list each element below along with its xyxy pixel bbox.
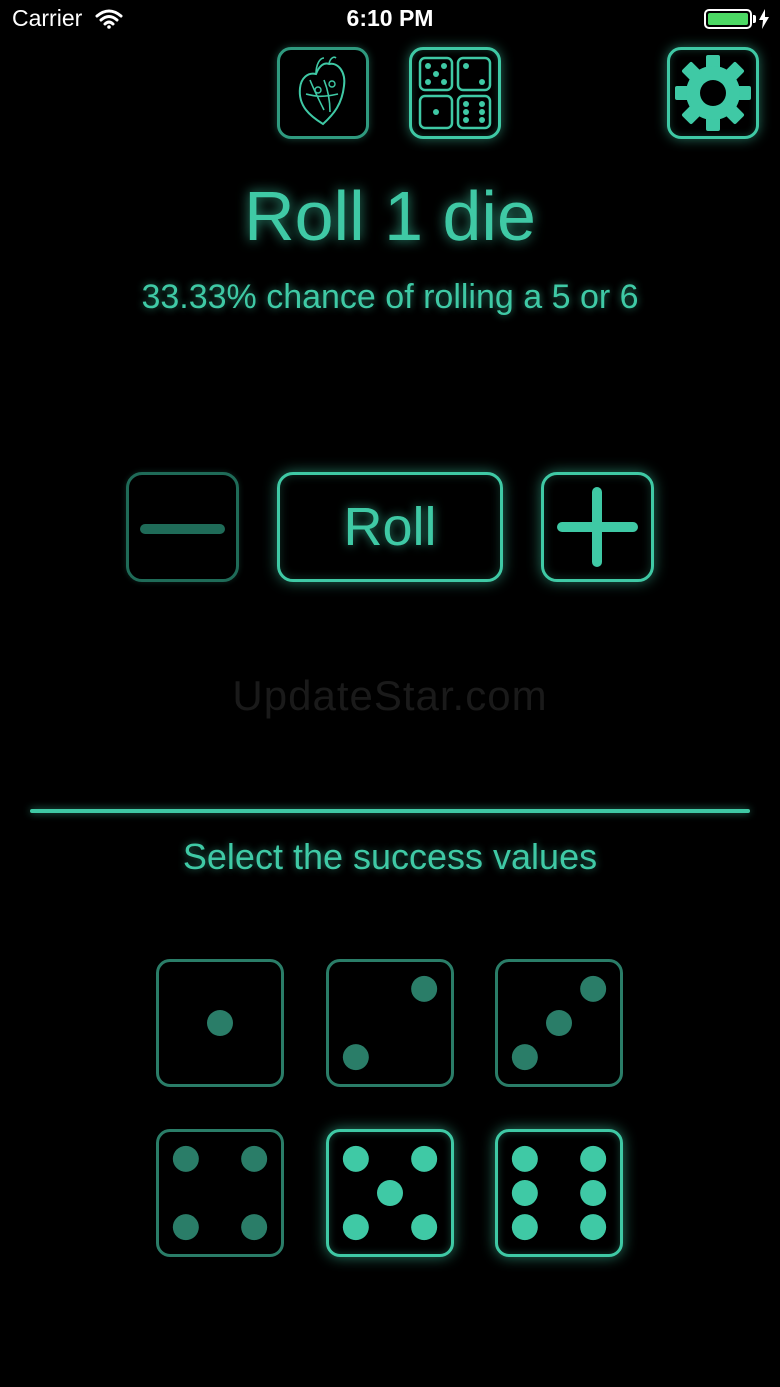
charging-bolt-icon	[759, 9, 769, 29]
success-die-six[interactable]	[495, 1129, 623, 1257]
probability-text: 33.33% chance of rolling a 5 or 6	[141, 278, 639, 316]
plus-icon	[557, 487, 638, 567]
success-values-label: Select the success values	[182, 836, 598, 877]
die-face-four-icon	[172, 1145, 268, 1241]
success-die-four[interactable]	[156, 1129, 284, 1257]
increase-dice-button[interactable]	[541, 472, 654, 582]
roll-button[interactable]: Roll	[277, 472, 503, 582]
history-button[interactable]	[277, 47, 369, 139]
battery-icon	[704, 9, 752, 29]
decrease-dice-button[interactable]	[126, 472, 239, 582]
page-title: Roll 1 die	[244, 177, 536, 255]
dice-mode-button[interactable]	[409, 47, 501, 139]
die-face-two-icon	[342, 975, 438, 1071]
minus-icon	[140, 524, 225, 534]
success-die-three[interactable]	[495, 959, 623, 1087]
roll-button-label: Roll	[343, 497, 437, 557]
battery-nub	[753, 15, 756, 23]
die-face-three-icon	[511, 975, 607, 1071]
die-face-five-icon	[342, 1145, 438, 1241]
status-time: 6:10 PM	[346, 5, 434, 31]
battery-level	[708, 13, 748, 25]
success-die-two[interactable]	[326, 959, 454, 1087]
die-face-six-icon	[511, 1145, 607, 1241]
success-die-five[interactable]	[326, 1129, 454, 1257]
gear-icon	[675, 55, 751, 131]
dice-icon	[418, 56, 492, 130]
section-divider	[30, 809, 750, 813]
heart-icon	[298, 56, 346, 126]
success-die-one[interactable]	[156, 959, 284, 1087]
watermark: UpdateStar.com	[232, 672, 548, 719]
settings-button[interactable]	[667, 47, 759, 139]
die-face-one-icon	[207, 1010, 233, 1036]
